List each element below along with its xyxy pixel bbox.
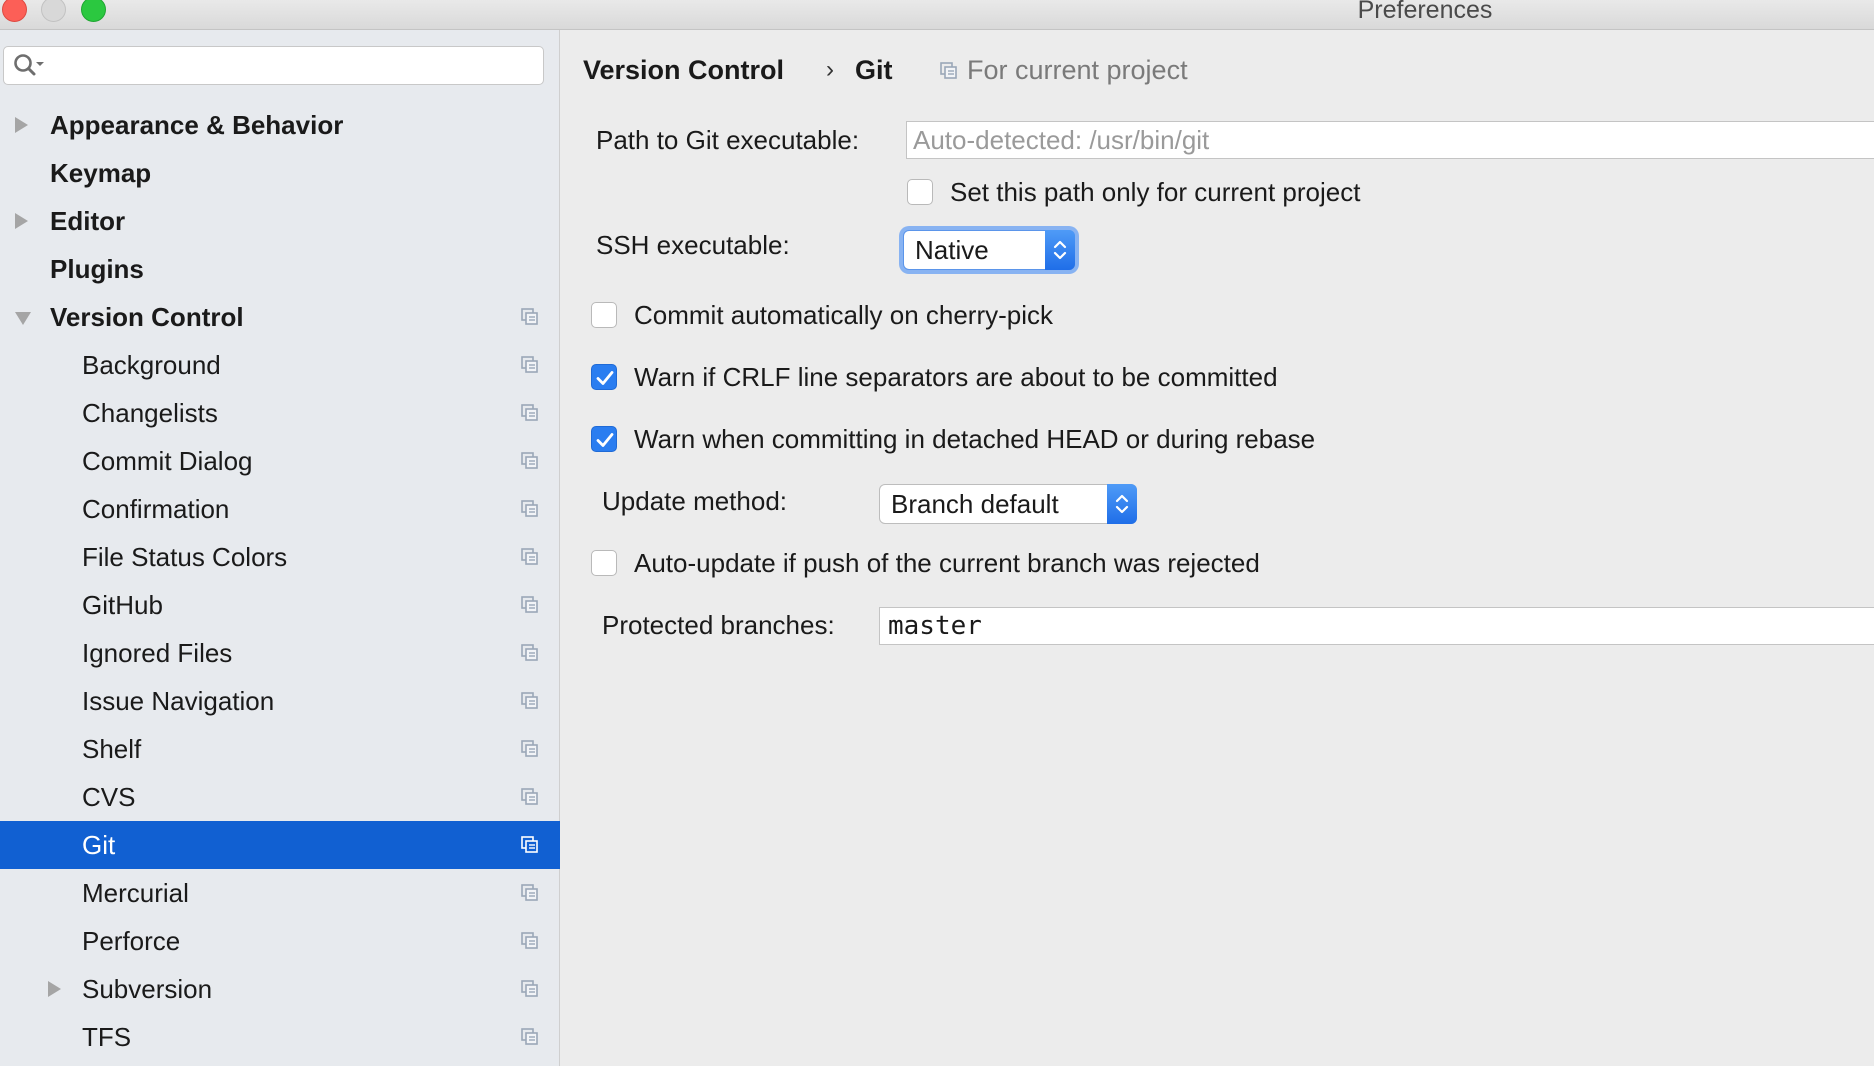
path-current-project-checkbox[interactable]: [907, 179, 933, 205]
project-scope-icon: [521, 356, 538, 373]
sidebar-item-label: Mercurial: [82, 878, 189, 908]
project-scope-icon: [521, 980, 538, 997]
sidebar-item-github[interactable]: GitHub: [0, 581, 560, 629]
sidebar-item-changelists[interactable]: Changelists: [0, 389, 560, 437]
scope-label: For current project: [967, 55, 1188, 85]
cherry-pick-checkbox[interactable]: [591, 302, 617, 328]
sidebar-item-mercurial[interactable]: Mercurial: [0, 869, 560, 917]
project-scope-icon: [521, 644, 538, 661]
sidebar-item-editor[interactable]: Editor: [0, 197, 560, 245]
ssh-executable-select[interactable]: Native: [903, 230, 1075, 270]
sidebar-item-ignored-files[interactable]: Ignored Files: [0, 629, 560, 677]
updown-arrows-icon: [1107, 484, 1137, 524]
auto-update-label: Auto-update if push of the current branc…: [634, 548, 1260, 578]
sidebar-item-label: Git: [82, 830, 116, 860]
sidebar-item-issue-navigation[interactable]: Issue Navigation: [0, 677, 560, 725]
expand-arrow-down-icon[interactable]: [15, 312, 31, 325]
git-settings-panel: Version Control › Git For current projec…: [561, 30, 1874, 1066]
project-scope-icon: [940, 62, 957, 79]
project-scope-icon: [521, 404, 538, 421]
project-scope-icon: [521, 788, 538, 805]
protected-branches-input[interactable]: master: [879, 607, 1874, 645]
project-scope-icon: [521, 884, 538, 901]
sidebar-item-tfs[interactable]: TFS: [0, 1013, 560, 1061]
sidebar-item-label: Shelf: [82, 734, 142, 764]
sidebar-item-label: Changelists: [82, 398, 218, 428]
auto-update-checkbox[interactable]: [591, 550, 617, 576]
crlf-warning-checkbox[interactable]: [591, 364, 617, 390]
project-scope-icon: [521, 596, 538, 613]
search-icon: [14, 54, 44, 76]
sidebar-item-label: GitHub: [82, 590, 163, 620]
path-current-project-label: Set this path only for current project: [950, 177, 1361, 207]
sidebar-item-label: CVS: [82, 782, 136, 812]
window-title: Preferences: [1357, 0, 1493, 24]
sidebar-item-background[interactable]: Background: [0, 341, 560, 389]
crlf-warning-label: Warn if CRLF line separators are about t…: [634, 362, 1278, 392]
sidebar-item-label: Perforce: [82, 926, 181, 956]
sidebar-item-subversion[interactable]: Subversion: [0, 965, 560, 1013]
project-scope-icon: [521, 308, 538, 325]
window-titlebar: Preferences: [0, 0, 1874, 30]
settings-sidebar: Appearance & Behavior Keymap Editor Plugins…: [0, 30, 560, 1066]
sidebar-item-label: Editor: [50, 206, 126, 236]
ssh-executable-label: SSH executable:: [596, 230, 790, 260]
update-method-value: Branch default: [891, 489, 1059, 519]
checkmark-icon: [596, 371, 614, 385]
checkmark-icon: [596, 433, 614, 447]
sidebar-item-git[interactable]: Git: [0, 821, 560, 869]
sidebar-item-confirmation[interactable]: Confirmation: [0, 485, 560, 533]
project-scope-icon: [521, 548, 538, 565]
git-path-label: Path to Git executable:: [596, 125, 860, 155]
breadcrumb-parent[interactable]: Version Control: [583, 50, 784, 90]
sidebar-item-label: Keymap: [50, 158, 152, 188]
sidebar-item-label: Plugins: [50, 254, 144, 284]
sidebar-item-shelf[interactable]: Shelf: [0, 725, 560, 773]
sidebar-item-file-status-colors[interactable]: File Status Colors: [0, 533, 560, 581]
sidebar-item-commit-dialog[interactable]: Commit Dialog: [0, 437, 560, 485]
update-method-select[interactable]: Branch default: [879, 484, 1137, 524]
sidebar-item-version-control[interactable]: Version Control: [0, 293, 560, 341]
updown-arrows-icon: [1045, 230, 1075, 270]
detached-head-label: Warn when committing in detached HEAD or…: [634, 424, 1316, 454]
sidebar-item-keymap[interactable]: Keymap: [0, 149, 560, 197]
ssh-executable-value: Native: [915, 235, 989, 265]
project-scope-icon: [521, 932, 538, 949]
cherry-pick-label: Commit automatically on cherry-pick: [634, 300, 1054, 330]
sidebar-item-appearance-behavior[interactable]: Appearance & Behavior: [0, 101, 560, 149]
update-method-label: Update method:: [602, 486, 788, 516]
expand-arrow-right-icon[interactable]: [48, 981, 61, 997]
settings-search-input[interactable]: [3, 46, 544, 85]
project-scope-icon: [521, 500, 538, 517]
sidebar-item-label: Subversion: [82, 974, 213, 1004]
sidebar-item-label: Confirmation: [82, 494, 230, 524]
sidebar-item-label: Version Control: [50, 302, 244, 332]
sidebar-item-label: Issue Navigation: [82, 686, 275, 716]
project-scope-icon: [521, 836, 538, 853]
sidebar-item-label: Ignored Files: [82, 638, 233, 668]
git-path-input[interactable]: Auto-detected: /usr/bin/git: [906, 121, 1874, 159]
project-scope-icon: [521, 452, 538, 469]
breadcrumb-separator: ›: [826, 56, 834, 83]
project-scope-icon: [521, 692, 538, 709]
expand-arrow-right-icon[interactable]: [15, 213, 28, 229]
detached-head-checkbox[interactable]: [591, 426, 617, 452]
sidebar-item-label: TFS: [82, 1022, 132, 1052]
sidebar-item-perforce[interactable]: Perforce: [0, 917, 560, 965]
sidebar-item-cvs[interactable]: CVS: [0, 773, 560, 821]
expand-arrow-right-icon[interactable]: [15, 117, 28, 133]
project-scope-icon: [521, 740, 538, 757]
sidebar-item-label: Appearance & Behavior: [50, 110, 344, 140]
sidebar-item-plugins[interactable]: Plugins: [0, 245, 560, 293]
sidebar-item-label: File Status Colors: [82, 542, 288, 572]
protected-branches-label: Protected branches:: [602, 610, 835, 640]
breadcrumb-current: Git: [855, 55, 893, 85]
sidebar-item-label: Commit Dialog: [82, 446, 253, 476]
project-scope-icon: [521, 1028, 538, 1045]
sidebar-item-label: Background: [82, 350, 221, 380]
